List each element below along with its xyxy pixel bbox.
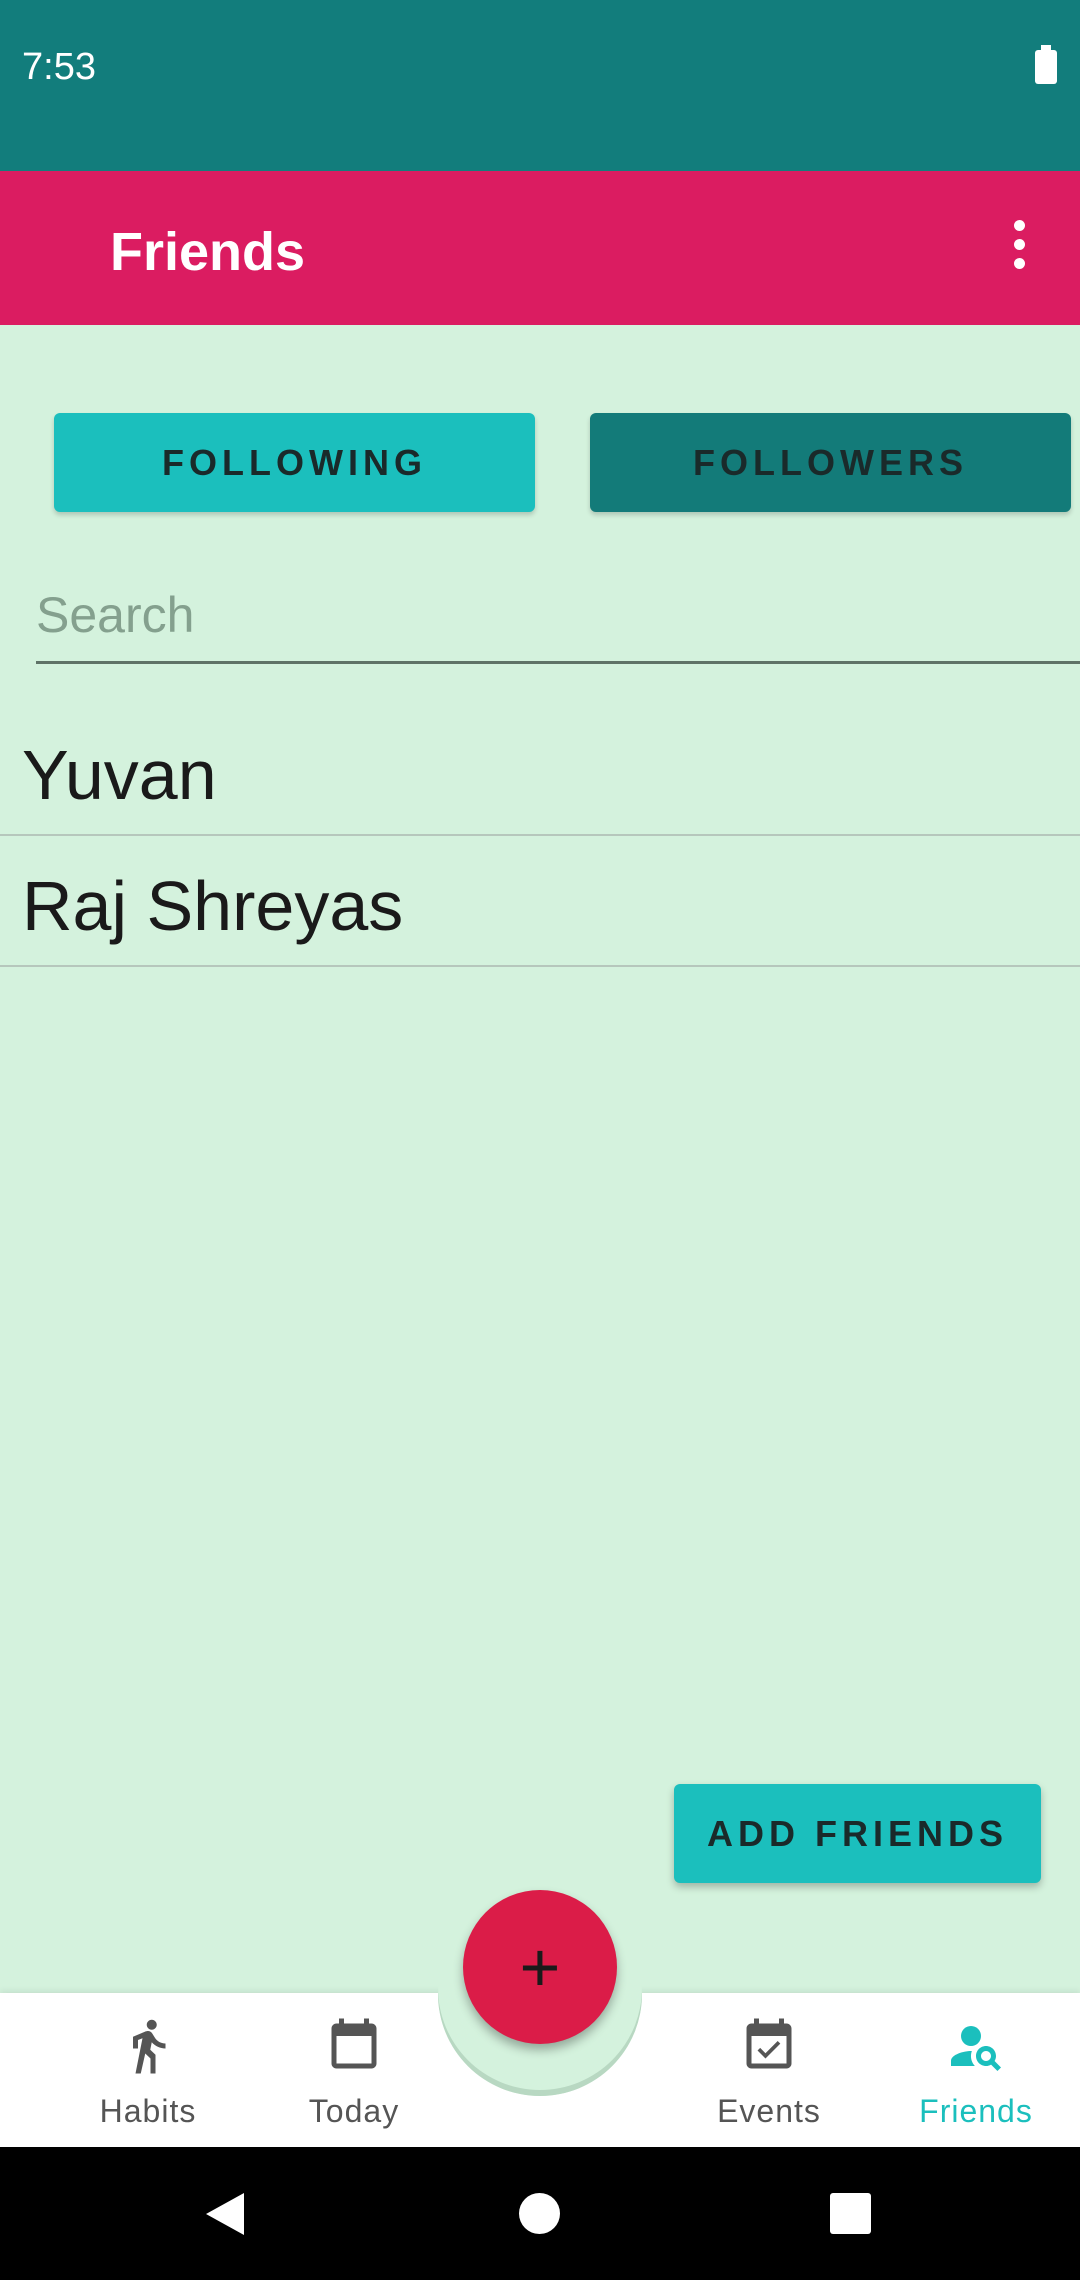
nav-label: Habits [99, 2093, 197, 2129]
list-item[interactable]: Raj Shreyas [0, 836, 1080, 967]
friend-name: Raj Shreyas [22, 867, 404, 945]
search-input[interactable] [36, 575, 1080, 655]
battery-icon [1035, 45, 1057, 84]
followers-button[interactable]: FOLLOWERS [590, 413, 1071, 512]
nav-item-habits[interactable]: Habits [48, 1993, 248, 2147]
friend-name: Yuvan [22, 736, 217, 814]
nav-label: Today [308, 2093, 400, 2129]
following-button[interactable]: FOLLOWING [54, 413, 535, 512]
system-navigation-bar [0, 2147, 1080, 2280]
list-item[interactable]: Yuvan [0, 705, 1080, 836]
plus-icon: + [519, 1928, 561, 2006]
page-title: Friends [110, 222, 306, 282]
nav-item-today[interactable]: Today [254, 1993, 454, 2147]
add-friends-button[interactable]: ADD FRIENDS [674, 1784, 1041, 1883]
nav-label: Friends [919, 2093, 1033, 2129]
calendar-icon [331, 2018, 377, 2069]
status-time: 7:53 [22, 46, 96, 88]
status-bar: 7:53 [0, 0, 1080, 171]
search-field [36, 575, 1080, 664]
add-fab-button[interactable]: + [463, 1890, 617, 2044]
app-bar: Friends [0, 171, 1080, 325]
nav-item-friends[interactable]: Friends [876, 1993, 1076, 2147]
home-icon[interactable] [519, 2193, 560, 2234]
calendar-check-icon [746, 2018, 792, 2069]
nav-item-events[interactable]: Events [669, 1993, 869, 2147]
back-icon[interactable] [204, 2191, 246, 2237]
nav-label: Events [717, 2093, 821, 2129]
running-person-icon [133, 2019, 166, 2074]
more-vert-icon[interactable] [1000, 217, 1040, 273]
person-search-icon [951, 2026, 1001, 2071]
recent-apps-icon[interactable] [830, 2193, 871, 2234]
